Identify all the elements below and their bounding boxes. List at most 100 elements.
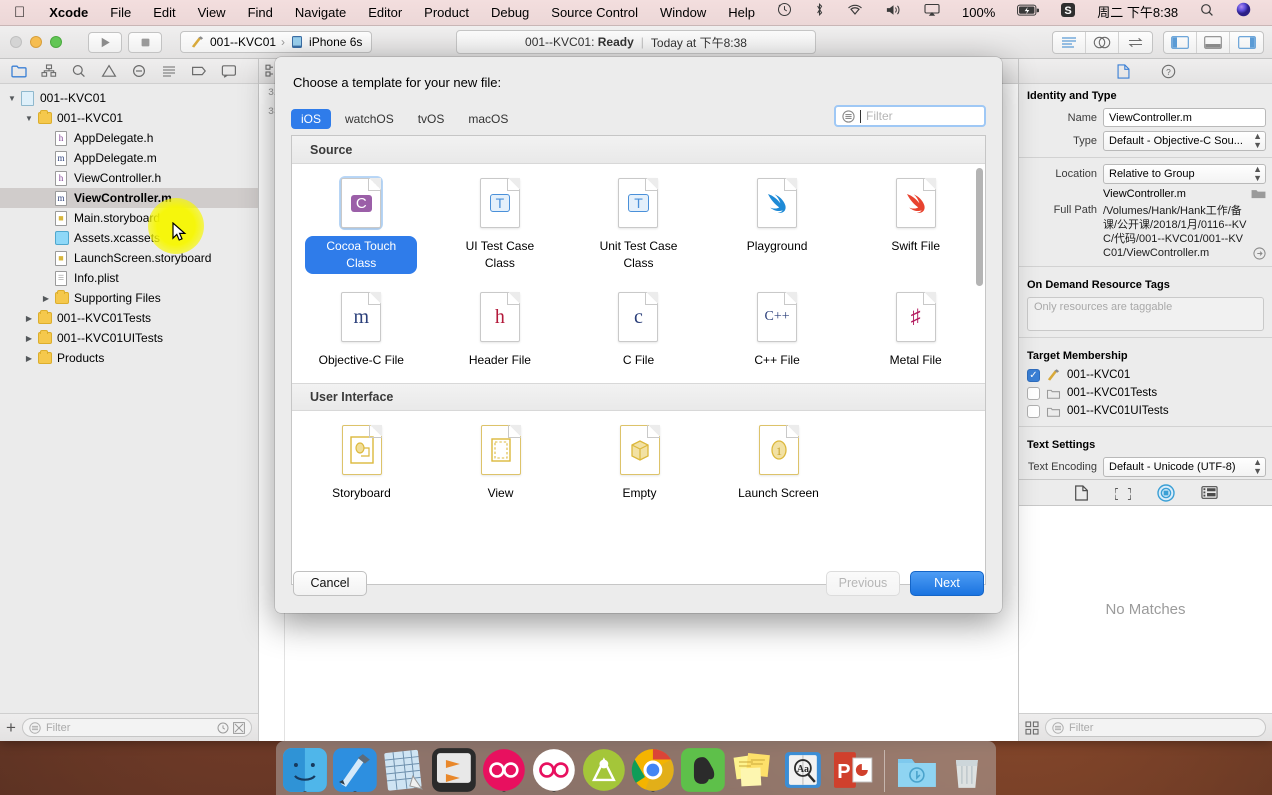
dock-item-app-white-circles[interactable] — [532, 748, 576, 792]
navigator-row-launchscreen-storyboard[interactable]: ▶■LaunchScreen.storyboard — [0, 248, 258, 268]
menu-item-editor[interactable]: Editor — [357, 0, 413, 26]
find-navigator-tab[interactable] — [64, 59, 94, 84]
assistant-editor-button[interactable] — [1086, 31, 1119, 53]
library-filter-field[interactable]: Filter — [1045, 718, 1266, 737]
menu-item-navigate[interactable]: Navigate — [284, 0, 357, 26]
source-control-navigator-tab[interactable] — [34, 59, 64, 84]
template-objective-c-file[interactable]: m Objective-C File — [292, 290, 431, 371]
navigator-toggle-button[interactable] — [1164, 31, 1197, 53]
navigator-row-001-kvc01tests[interactable]: ▶ 001--KVC01Tests — [0, 308, 258, 328]
disclosure-triangle-open[interactable]: ▼ — [6, 94, 18, 103]
menu-item-xcode[interactable]: Xcode — [38, 0, 99, 26]
template-c-file[interactable]: c C File — [569, 290, 708, 371]
choose-folder-icon[interactable] — [1251, 188, 1266, 200]
template-grid[interactable]: Source C Cocoa Touch Class T UI Test Cas… — [291, 135, 986, 585]
notification-center-icon[interactable] — [1262, 0, 1272, 26]
menu-item-edit[interactable]: Edit — [142, 0, 186, 26]
dock-item-sublime-text[interactable] — [432, 748, 477, 792]
airplay-icon[interactable] — [913, 0, 951, 26]
template-unit-test-case-class[interactable]: T Unit Test Case Class — [569, 176, 708, 274]
menu-item-debug[interactable]: Debug — [480, 0, 540, 26]
template-filter-input[interactable]: Filter — [834, 105, 986, 127]
target-membership-row[interactable]: ✓ 001--KVC01 — [1019, 366, 1272, 384]
reveal-in-finder-icon[interactable] — [1253, 247, 1266, 260]
time-machine-icon[interactable] — [766, 0, 803, 26]
tab-watchos[interactable]: watchOS — [335, 109, 404, 129]
inspector-tab-bar[interactable]: ? — [1019, 59, 1272, 84]
menu-item-source-control[interactable]: Source Control — [540, 0, 649, 26]
dock-item-dictionary[interactable]: Aa — [781, 748, 825, 792]
battery-percent[interactable]: 100% — [951, 0, 1006, 26]
navigator-row-001-kvc01uitests[interactable]: ▶ 001--KVC01UITests — [0, 328, 258, 348]
navigator-row-main-storyboard[interactable]: ▶■Main.storyboard — [0, 208, 258, 228]
template-cocoa-touch-class[interactable]: C Cocoa Touch Class — [292, 176, 431, 274]
disclosure-triangle-closed[interactable]: ▶ — [23, 314, 35, 323]
disclosure-triangle-closed[interactable]: ▶ — [23, 354, 35, 363]
target-membership-row[interactable]: 001--KVC01UITests — [1019, 402, 1272, 420]
test-navigator-tab[interactable] — [124, 59, 154, 84]
template-view[interactable]: View — [431, 423, 570, 504]
navigator-row-viewcontroller-m[interactable]: ▶mViewController.m — [0, 188, 258, 208]
bluetooth-icon[interactable] — [803, 0, 836, 26]
file-name-input[interactable]: ViewController.m — [1103, 108, 1266, 127]
dock-item-finder[interactable] — [283, 748, 327, 792]
editor-mode-segmented-control[interactable] — [1052, 30, 1153, 54]
navigator-tab-bar[interactable] — [0, 59, 258, 84]
report-navigator-tab[interactable] — [214, 59, 244, 84]
template-metal-file[interactable]: ♯ Metal File — [846, 290, 985, 371]
template-launch-screen[interactable]: 1 Launch Screen — [709, 423, 848, 504]
siri-icon[interactable] — [1225, 0, 1262, 26]
add-file-button[interactable]: + — [6, 719, 16, 736]
run-button[interactable] — [88, 31, 122, 53]
standard-editor-button[interactable] — [1053, 31, 1086, 53]
dock-item-numbers[interactable] — [383, 748, 427, 792]
target-checkbox[interactable] — [1027, 386, 1040, 400]
input-method-icon[interactable]: S — [1050, 0, 1086, 26]
battery-icon[interactable] — [1006, 0, 1050, 26]
apple-menu-icon[interactable]:  — [0, 0, 38, 26]
dock-item-xcode[interactable] — [332, 748, 377, 792]
disclosure-triangle-closed[interactable]: ▶ — [23, 334, 35, 343]
debug-navigator-tab[interactable] — [154, 59, 184, 84]
navigator-filter-field[interactable]: Filter — [21, 718, 252, 737]
navigator-row-viewcontroller-h[interactable]: ▶hViewController.h — [0, 168, 258, 188]
target-checkbox[interactable] — [1027, 404, 1040, 418]
cancel-button[interactable]: Cancel — [293, 570, 367, 596]
scheme-selector[interactable]: 001--KVC01 › iPhone 6s — [180, 31, 373, 53]
quick-help-inspector-tab[interactable]: ? — [1161, 64, 1176, 79]
menu-item-product[interactable]: Product — [413, 0, 480, 26]
breakpoint-navigator-tab[interactable] — [184, 59, 214, 84]
menu-item-view[interactable]: View — [187, 0, 237, 26]
close-window-button[interactable] — [10, 36, 22, 48]
template-ui-test-case-class[interactable]: T UI Test Case Class — [431, 176, 570, 274]
ondemand-tags-field[interactable]: Only resources are taggable — [1027, 297, 1264, 331]
template-header-file[interactable]: h Header File — [431, 290, 570, 371]
code-snippet-library-tab[interactable]: { } — [1115, 485, 1131, 501]
navigator-row-001-kvc01[interactable]: ▼ 001--KVC01 — [0, 88, 258, 108]
tab-tvos[interactable]: tvOS — [408, 109, 455, 129]
project-navigator-tab[interactable] — [4, 59, 34, 84]
next-button[interactable]: Next — [910, 570, 984, 596]
target-checkbox[interactable]: ✓ — [1027, 368, 1040, 382]
menu-item-find[interactable]: Find — [237, 0, 284, 26]
version-editor-button[interactable] — [1119, 32, 1152, 53]
file-inspector-tab[interactable] — [1116, 63, 1131, 79]
panel-toggle-segmented-control[interactable] — [1163, 30, 1264, 54]
dock-item-android-studio[interactable] — [582, 748, 626, 792]
platform-tab-bar[interactable]: iOS watchOS tvOS macOS Filter — [291, 104, 986, 134]
stop-button[interactable] — [128, 31, 162, 53]
media-library-tab[interactable] — [1200, 485, 1218, 500]
navigator-row-products[interactable]: ▶ Products — [0, 348, 258, 368]
menu-item-help[interactable]: Help — [717, 0, 766, 26]
navigator-row-supporting-files[interactable]: ▶ Supporting Files — [0, 288, 258, 308]
object-library-tab[interactable] — [1156, 483, 1175, 502]
wifi-icon[interactable] — [836, 0, 874, 26]
menu-bar-clock[interactable]: 周二 下午8:38 — [1086, 0, 1189, 26]
previous-button[interactable]: Previous — [826, 570, 900, 596]
source-control-filter-icon[interactable] — [233, 721, 245, 734]
volume-icon[interactable] — [874, 0, 913, 26]
navigator-row-appdelegate-m[interactable]: ▶mAppDelegate.m — [0, 148, 258, 168]
menu-item-file[interactable]: File — [99, 0, 142, 26]
navigator-row-assets-xcassets[interactable]: ▶Assets.xcassets — [0, 228, 258, 248]
dock-item-stickies[interactable] — [731, 748, 775, 792]
